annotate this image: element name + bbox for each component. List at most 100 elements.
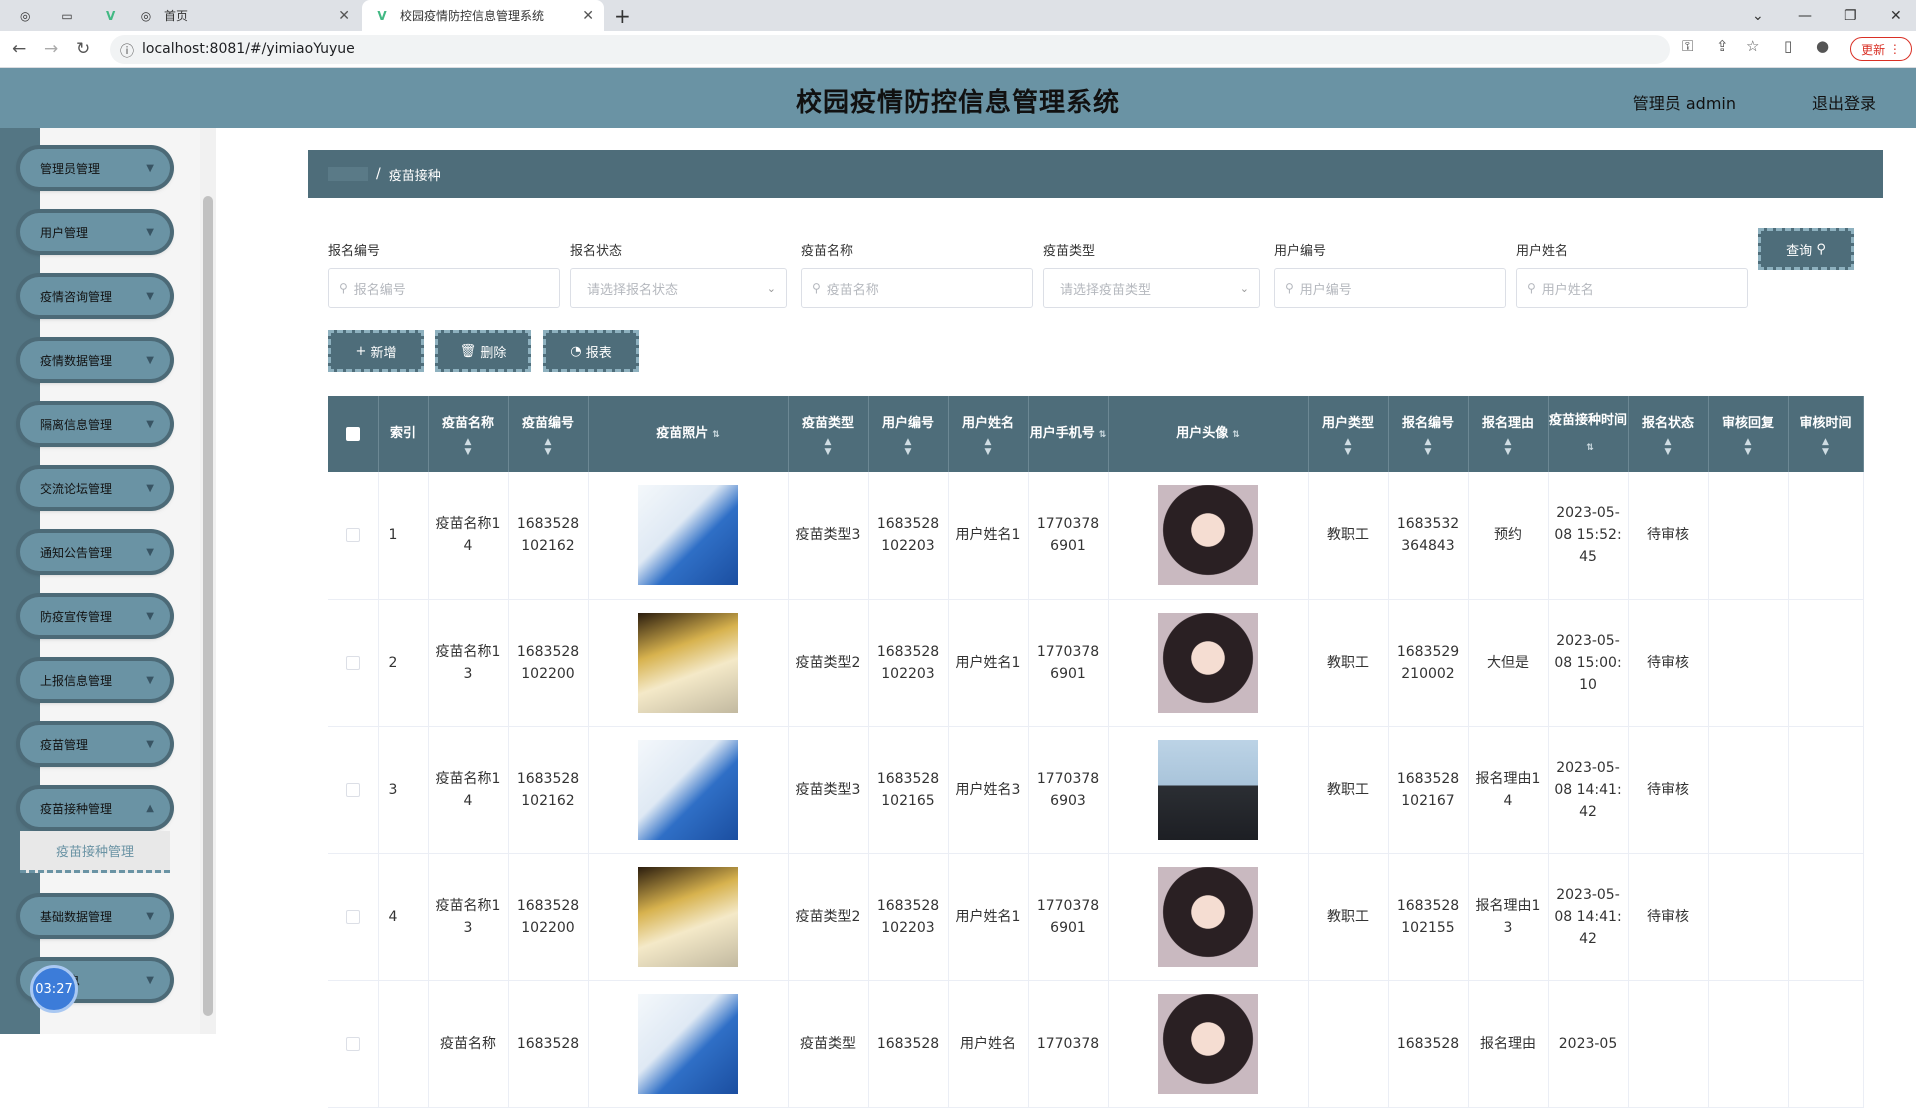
row-checkbox[interactable] [345,655,360,670]
sidebar-item-forum[interactable]: 交流论坛管理 ▼ [20,469,170,507]
sort-icon[interactable]: ⇅ [712,430,720,440]
row-checkbox[interactable] [345,782,360,797]
user-no-input[interactable]: ⚲ 用户编号 [1274,268,1506,308]
sidebar-item-isolation[interactable]: 隔离信息管理 ▼ [20,405,170,443]
tab-search-icon[interactable]: ⌄ [1752,0,1764,31]
table-row[interactable]: 4 疫苗名称13 1683528102200 疫苗类型2 16835281022… [328,853,1864,981]
browser-tab-pinned-1[interactable]: ◎ [8,0,36,31]
table-row[interactable]: 1 疫苗名称14 1683528102162 疫苗类型3 16835281022… [328,472,1864,600]
user-name-input[interactable]: ⚲ 用户姓名 [1516,268,1748,308]
column-header[interactable]: 用户类型 ▲ ▼ [1308,396,1389,472]
share-icon[interactable]: ⇪ [1716,37,1729,55]
sort-icon[interactable]: ▲ ▼ [1629,437,1708,457]
add-button[interactable]: + 新增 [328,330,424,372]
sort-icon[interactable]: ▲ ▼ [1309,437,1388,457]
row-checkbox[interactable] [345,1036,360,1051]
query-button[interactable]: 查询 ⚲ [1758,228,1854,270]
sidebar-item-epidemic-data[interactable]: 疫情数据管理 ▼ [20,341,170,379]
avatar[interactable] [1158,866,1258,967]
row-checkbox[interactable] [345,909,360,924]
back-icon[interactable]: ← [12,39,26,59]
avatar[interactable] [1158,485,1258,586]
vaccine-photo[interactable] [638,993,738,1094]
table-row[interactable]: 疫苗名称 1683528 疫苗类型 1683528 用户姓名 1770378 1… [328,980,1864,1108]
select-all-header[interactable] [328,396,379,472]
minimize-icon[interactable]: — [1798,0,1812,31]
sort-icon[interactable]: ▲ ▼ [949,437,1028,457]
column-header[interactable]: 疫苗编号 ▲ ▼ [508,396,589,472]
browser-tab-pinned-2[interactable]: ▭ [48,0,84,31]
row-checkbox-cell[interactable] [328,472,379,600]
sidebar-subitem-vaccination[interactable]: 疫苗接种管理 [20,831,170,873]
browser-tab-pinned-3[interactable]: V [94,0,122,31]
column-header[interactable]: 审核时间 ▲ ▼ [1788,396,1864,472]
sort-icon[interactable]: ▲ ▼ [1709,437,1788,457]
signup-no-input[interactable]: ⚲ 报名编号 [328,268,560,308]
sort-icon[interactable]: ▲ ▼ [429,437,508,457]
column-header[interactable]: 报名状态 ▲ ▼ [1628,396,1709,472]
signup-status-select[interactable]: 请选择报名状态 ⌄ [570,268,787,308]
report-button[interactable]: ◔ 报表 [543,330,639,372]
vaccine-name-input[interactable]: ⚲ 疫苗名称 [801,268,1033,308]
avatar[interactable] [1158,612,1258,713]
row-checkbox-cell[interactable] [328,599,379,727]
sort-icon[interactable]: ▲ ▼ [1789,437,1863,457]
column-header[interactable]: 用户姓名 ▲ ▼ [948,396,1029,472]
select-all-checkbox[interactable] [345,426,360,441]
column-header[interactable]: 报名理由 ▲ ▼ [1468,396,1549,472]
sort-icon[interactable]: ⇅ [1586,443,1594,453]
sidebar-item-consult[interactable]: 疫情咨询管理 ▼ [20,277,170,315]
close-icon[interactable]: ✕ [582,8,594,24]
info-icon[interactable]: ⓘ [120,41,134,61]
sidebar-item-vaccine[interactable]: 疫苗管理 ▼ [20,725,170,763]
sidebar-item-notice[interactable]: 通知公告管理 ▼ [20,533,170,571]
column-header[interactable]: 用户头像 ⇅ [1108,396,1309,472]
browser-tab-active[interactable]: V 校园疫情防控信息管理系统 ✕ [362,0,604,31]
forward-icon[interactable]: → [44,39,58,59]
sidebar-item-vaccination[interactable]: 疫苗接种管理 ▲ [20,789,170,827]
row-checkbox[interactable] [345,528,360,543]
column-header[interactable]: 疫苗照片 ⇅ [588,396,789,472]
sidebar-scroll-thumb[interactable] [203,196,213,1016]
breadcrumb-home[interactable] [328,167,368,181]
vaccine-type-select[interactable]: 请选择疫苗类型 ⌄ [1043,268,1260,308]
vaccine-photo[interactable] [638,485,738,586]
sort-icon[interactable]: ▲ ▼ [869,437,948,457]
sort-icon[interactable]: ▲ ▼ [509,437,588,457]
sidebar-item-basic-data[interactable]: 基础数据管理 ▼ [20,897,170,935]
column-header[interactable]: 审核回复 ▲ ▼ [1708,396,1789,472]
column-header[interactable]: 疫苗名称 ▲ ▼ [428,396,509,472]
sort-icon[interactable]: ▲ ▼ [1469,437,1548,457]
sort-icon[interactable]: ▲ ▼ [1389,437,1468,457]
sort-icon[interactable]: ⇅ [1232,430,1240,440]
update-button[interactable]: 更新 ⋮ [1850,37,1912,61]
close-window-icon[interactable]: ✕ [1890,0,1902,31]
star-icon[interactable]: ☆ [1746,37,1759,55]
reload-icon[interactable]: ↻ [76,39,90,59]
column-header[interactable]: 用户编号 ▲ ▼ [868,396,949,472]
close-icon[interactable]: ✕ [338,8,350,24]
row-checkbox-cell[interactable] [328,980,379,1108]
column-header[interactable]: 报名编号 ▲ ▼ [1388,396,1469,472]
column-header[interactable]: 用户手机号 ⇅ [1028,396,1109,472]
side-panel-icon[interactable]: ▯ [1784,37,1792,55]
url-field[interactable]: ⓘ localhost:8081/#/yimiaoYuyue [110,35,1670,64]
table-row[interactable]: 3 疫苗名称14 1683528102162 疫苗类型3 16835281021… [328,726,1864,854]
avatar[interactable] [1158,739,1258,840]
sort-icon[interactable]: ▲ ▼ [789,437,868,457]
sort-icon[interactable]: ⇅ [1099,430,1107,440]
delete-button[interactable]: 🗑 删除 [435,330,531,372]
sidebar-item-users[interactable]: 用户管理 ▼ [20,213,170,251]
restore-icon[interactable]: ❐ [1844,0,1857,31]
row-checkbox-cell[interactable] [328,853,379,981]
new-tab-button[interactable]: + [614,0,642,31]
vaccine-photo[interactable] [638,612,738,713]
logout-link[interactable]: 退出登录 [1812,90,1876,114]
vaccine-photo[interactable] [638,739,738,840]
column-header[interactable]: 疫苗接种时间 ⇅ [1548,396,1629,472]
vaccine-photo[interactable] [638,866,738,967]
sidebar-item-admin[interactable]: 管理员管理 ▼ [20,149,170,187]
sidebar-item-report[interactable]: 上报信息管理 ▼ [20,661,170,699]
profile-icon[interactable]: ● [1816,37,1829,55]
sidebar-item-publicity[interactable]: 防疫宣传管理 ▼ [20,597,170,635]
